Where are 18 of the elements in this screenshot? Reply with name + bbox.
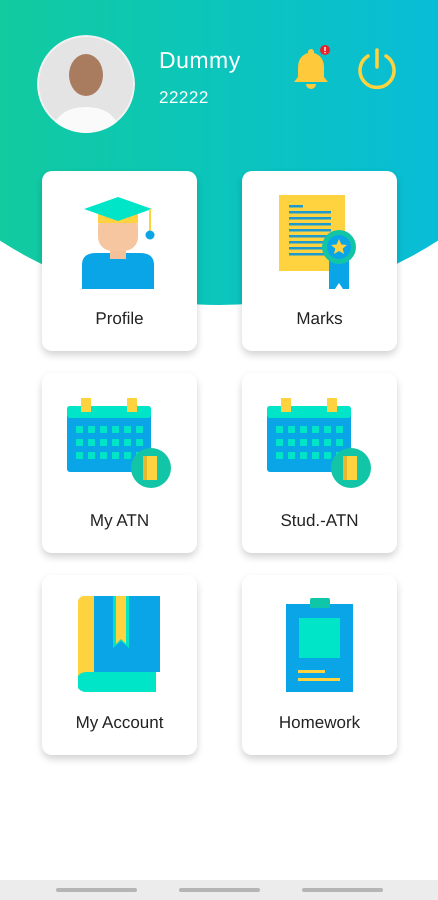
menu-tile[interactable]: My ATN bbox=[42, 373, 197, 553]
book-icon bbox=[78, 596, 162, 694]
power-icon[interactable] bbox=[355, 47, 399, 91]
menu-tile[interactable]: Marks bbox=[242, 171, 397, 351]
menu-tile[interactable]: My Account bbox=[42, 575, 197, 755]
user-name: Dummy bbox=[159, 47, 242, 74]
notification-bell-icon[interactable] bbox=[293, 47, 329, 89]
calendar-icon bbox=[266, 398, 372, 488]
navigation-handle[interactable] bbox=[302, 888, 382, 892]
menu-tile[interactable]: Stud.-ATN bbox=[242, 373, 397, 553]
user-id: 22222 bbox=[159, 88, 210, 108]
menu-tile[interactable]: Profile bbox=[42, 171, 197, 351]
clipboard-icon bbox=[286, 598, 354, 692]
calendar-icon bbox=[66, 398, 172, 488]
navigation-handle[interactable] bbox=[56, 888, 136, 892]
navigation-handle[interactable] bbox=[178, 888, 260, 892]
menu-tile[interactable]: Homework bbox=[242, 575, 397, 755]
avatar[interactable] bbox=[37, 35, 135, 133]
